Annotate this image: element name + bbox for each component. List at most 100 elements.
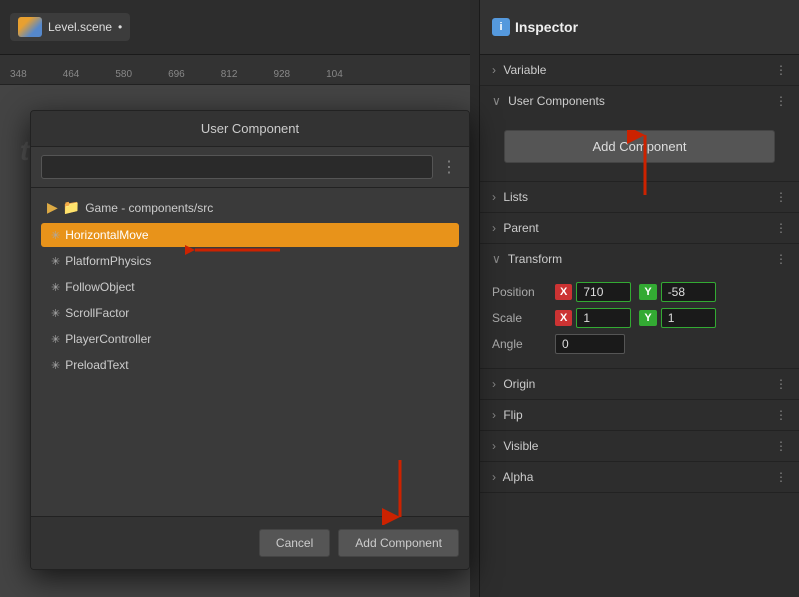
position-x-group: X	[555, 282, 631, 302]
alpha-section-header[interactable]: › Alpha ⋮	[480, 462, 799, 492]
variable-section: › Variable ⋮	[480, 55, 799, 86]
inspector-header: i Inspector	[480, 0, 799, 55]
position-y-input[interactable]	[661, 282, 716, 302]
angle-label: Angle	[492, 337, 547, 351]
transform-section: ∨ Transform ⋮ Position X Y Scale	[480, 244, 799, 369]
lists-label: Lists	[503, 190, 528, 204]
item-label: HorizontalMove	[65, 228, 148, 242]
alpha-menu-icon[interactable]: ⋮	[775, 470, 787, 484]
scale-y-label: Y	[639, 310, 656, 326]
triangle-icon: ▶	[47, 199, 58, 216]
flip-section: › Flip ⋮	[480, 400, 799, 431]
flip-label: Flip	[503, 408, 522, 422]
component-icon: ✳	[51, 255, 60, 268]
visible-label: Visible	[503, 439, 538, 453]
variable-menu-icon[interactable]: ⋮	[775, 63, 787, 77]
x-label: X	[555, 284, 572, 300]
flip-arrow-icon: ›	[492, 408, 496, 422]
lists-section-header[interactable]: › Lists ⋮	[480, 182, 799, 212]
angle-row: Angle	[492, 334, 787, 354]
alpha-section: › Alpha ⋮	[480, 462, 799, 493]
position-label: Position	[492, 285, 547, 299]
component-icon: ✳	[51, 333, 60, 346]
dialog-search-row: ⋮	[31, 147, 469, 188]
component-icon: ✳	[51, 307, 60, 320]
origin-label: Origin	[503, 377, 535, 391]
transform-section-header[interactable]: ∨ Transform ⋮	[480, 244, 799, 274]
position-y-group: Y	[639, 282, 715, 302]
scale-y-group: Y	[639, 308, 715, 328]
add-component-button[interactable]: Add Component	[338, 529, 459, 557]
item-label: PreloadText	[65, 358, 128, 372]
alpha-arrow-icon: ›	[492, 470, 496, 484]
inspector-icon: i	[492, 18, 510, 36]
parent-menu-icon[interactable]: ⋮	[775, 221, 787, 235]
transform-menu-icon[interactable]: ⋮	[775, 252, 787, 266]
list-item[interactable]: ✳ HorizontalMove	[41, 223, 459, 247]
visible-section-header[interactable]: › Visible ⋮	[480, 431, 799, 461]
visible-arrow-icon: ›	[492, 439, 496, 453]
scale-x-input[interactable]	[576, 308, 631, 328]
visible-section: › Visible ⋮	[480, 431, 799, 462]
scene-header: Level.scene •	[0, 0, 470, 55]
dialog-title: User Component	[31, 111, 469, 147]
item-label: FollowObject	[65, 280, 134, 294]
flip-menu-icon[interactable]: ⋮	[775, 408, 787, 422]
folder-icon: 📁	[63, 199, 80, 216]
variable-arrow-icon: ›	[492, 63, 496, 77]
origin-section: › Origin ⋮	[480, 369, 799, 400]
component-search-input[interactable]	[41, 155, 433, 179]
user-component-dialog: User Component ⋮ ▶ 📁 Game - components/s…	[30, 110, 470, 570]
user-components-label: User Components	[508, 94, 605, 108]
scale-row: Scale X Y	[492, 308, 787, 328]
component-icon: ✳	[51, 229, 60, 242]
component-tree: ▶ 📁 Game - components/src ✳ HorizontalMo…	[31, 188, 469, 387]
list-item[interactable]: ✳ PreloadText	[41, 353, 459, 377]
component-icon: ✳	[51, 359, 60, 372]
parent-section: › Parent ⋮	[480, 213, 799, 244]
position-x-input[interactable]	[576, 282, 631, 302]
lists-menu-icon[interactable]: ⋮	[775, 190, 787, 204]
origin-section-header[interactable]: › Origin ⋮	[480, 369, 799, 399]
transform-arrow-icon: ∨	[492, 252, 501, 266]
lists-arrow-icon: ›	[492, 190, 496, 204]
scale-label: Scale	[492, 311, 547, 325]
angle-input[interactable]	[555, 334, 625, 354]
inspector-title: Inspector	[515, 19, 578, 35]
y-label: Y	[639, 284, 656, 300]
scene-icon	[18, 17, 42, 37]
origin-arrow-icon: ›	[492, 377, 496, 391]
user-components-menu-icon[interactable]: ⋮	[775, 94, 787, 108]
user-components-section-header[interactable]: ∨ User Components ⋮	[480, 86, 799, 116]
parent-label: Parent	[503, 221, 538, 235]
tree-folder-game: ▶ 📁 Game - components/src	[41, 196, 459, 219]
add-component-button-inspector[interactable]: Add Component	[504, 130, 775, 163]
dialog-footer: Cancel Add Component	[31, 516, 469, 569]
scale-x-group: X	[555, 308, 631, 328]
scene-title-label: Level.scene	[48, 20, 112, 34]
scale-y-input[interactable]	[661, 308, 716, 328]
item-label: PlatformPhysics	[65, 254, 151, 268]
flip-section-header[interactable]: › Flip ⋮	[480, 400, 799, 430]
list-item[interactable]: ✳ FollowObject	[41, 275, 459, 299]
scene-title-tab[interactable]: Level.scene •	[10, 13, 130, 41]
item-label: ScrollFactor	[65, 306, 129, 320]
parent-section-header[interactable]: › Parent ⋮	[480, 213, 799, 243]
list-item[interactable]: ✳ PlatformPhysics	[41, 249, 459, 273]
folder-label: Game - components/src	[85, 201, 213, 215]
origin-menu-icon[interactable]: ⋮	[775, 377, 787, 391]
inspector-tab[interactable]: i Inspector	[492, 18, 578, 36]
list-item[interactable]: ✳ ScrollFactor	[41, 301, 459, 325]
lists-section: › Lists ⋮	[480, 182, 799, 213]
user-components-arrow-icon: ∨	[492, 94, 501, 108]
component-icon: ✳	[51, 281, 60, 294]
alpha-label: Alpha	[503, 470, 534, 484]
variable-section-header[interactable]: › Variable ⋮	[480, 55, 799, 85]
visible-menu-icon[interactable]: ⋮	[775, 439, 787, 453]
ruler: 348 464 580 696 812 928 104	[0, 55, 470, 85]
list-item[interactable]: ✳ PlayerController	[41, 327, 459, 351]
cancel-button[interactable]: Cancel	[259, 529, 330, 557]
scene-modified-dot: •	[118, 20, 122, 34]
dialog-menu-button[interactable]: ⋮	[439, 157, 459, 177]
item-label: PlayerController	[65, 332, 151, 346]
